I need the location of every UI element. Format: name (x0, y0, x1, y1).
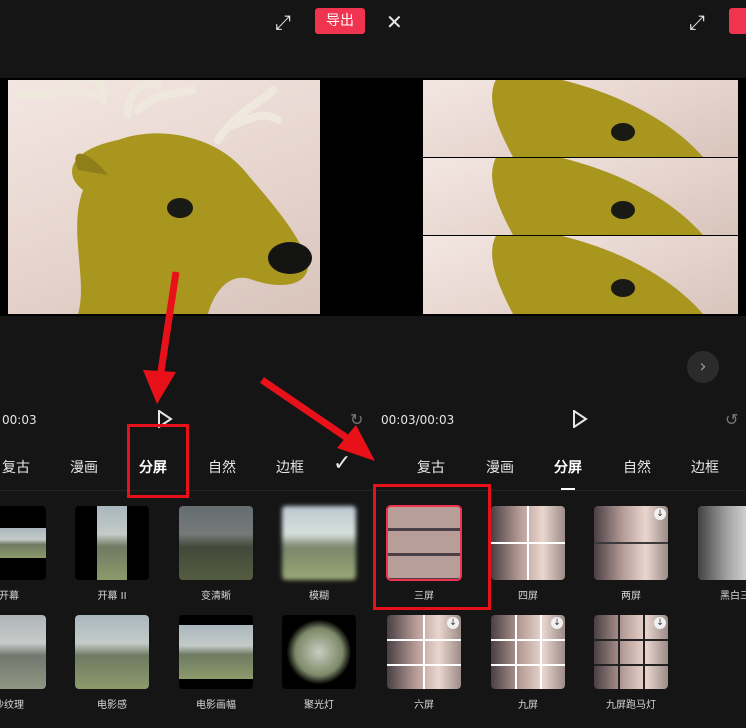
fullscreen-icon[interactable]: ⤢ (275, 12, 291, 32)
tab-comic[interactable]: 漫画 (486, 457, 514, 477)
effect-sand-texture[interactable]: 沙纹理 (0, 615, 46, 711)
download-icon: ↓ (551, 617, 563, 629)
time-display: 00:03/00:03 (381, 413, 455, 427)
close-icon[interactable]: ✕ (386, 12, 403, 32)
time-display: 00:03 (2, 413, 37, 427)
effect-cinema-frame[interactable]: 电影画幅 (179, 615, 253, 711)
split-panel-1 (423, 80, 738, 157)
video-preview (0, 78, 373, 316)
effect-cinematic[interactable]: 电影感 (75, 615, 149, 711)
effect-nine-marquee[interactable]: ↓ 九屏跑马灯 (594, 615, 668, 711)
editor-left: ⤢ 导出 00:03 ↻ 复古 漫画 分屏 自然 边框 ✓ 开幕 开幕 II 变… (0, 0, 373, 728)
effect-sharpen[interactable]: 变清晰 (179, 506, 253, 602)
effect-four-screen[interactable]: 四屏 (491, 506, 565, 602)
screen-comparison: ⤢ 导出 00:03 ↻ 复古 漫画 分屏 自然 边框 ✓ 开幕 开幕 II 变… (0, 0, 746, 728)
download-icon: ↓ (447, 617, 459, 629)
annotation-box-tab (127, 424, 189, 498)
effect-open[interactable]: 开幕 (0, 506, 46, 602)
chevron-right-icon[interactable]: › (687, 351, 719, 383)
effect-six-screen[interactable]: ↓ 六屏 (387, 615, 461, 711)
effect-open-2[interactable]: 开幕 II (75, 506, 149, 602)
split-panel-2 (423, 158, 738, 235)
play-icon[interactable] (572, 409, 588, 431)
undo-icon[interactable]: ↺ (725, 410, 738, 429)
tab-retro[interactable]: 复古 (417, 457, 445, 477)
tab-split-screen[interactable]: 分屏 (554, 457, 582, 477)
effect-nine-screen[interactable]: ↓ 九屏 (491, 615, 565, 711)
effect-spotlight[interactable]: 聚光灯 (282, 615, 356, 711)
tab-border[interactable]: 边框 (691, 457, 719, 477)
effect-blur[interactable]: 模糊 (282, 506, 356, 602)
effect-two-screen[interactable]: ↓ 两屏 (594, 506, 668, 602)
redo-icon[interactable]: ↻ (350, 410, 363, 429)
active-tab-indicator (561, 488, 575, 490)
effect-bw-three[interactable]: 黑白三 (698, 506, 746, 602)
top-bar: ⤢ (373, 0, 746, 44)
export-button-partial[interactable] (729, 8, 746, 34)
top-bar: ⤢ 导出 (0, 0, 373, 44)
fullscreen-icon[interactable]: ⤢ (689, 12, 705, 32)
tab-retro[interactable]: 复古 (2, 457, 30, 477)
tab-nature[interactable]: 自然 (623, 457, 651, 477)
annotation-box-effect (373, 484, 491, 610)
tab-nature[interactable]: 自然 (208, 457, 236, 477)
tab-comic[interactable]: 漫画 (70, 457, 98, 477)
download-icon: ↓ (654, 508, 666, 520)
editor-right: ⤢ › 00:03/00:03 ↺ 复古 漫画 分屏 自然 边框 三屏 四屏 ↓… (373, 0, 746, 728)
download-icon: ↓ (654, 617, 666, 629)
split-panel-3 (423, 236, 738, 314)
export-button[interactable]: 导出 (315, 8, 365, 34)
check-icon[interactable]: ✓ (333, 453, 351, 475)
tab-border[interactable]: 边框 (276, 457, 304, 477)
time-row: 00:03/00:03 ↺ (373, 409, 746, 432)
deer-photo (8, 80, 320, 314)
video-preview (373, 78, 746, 316)
